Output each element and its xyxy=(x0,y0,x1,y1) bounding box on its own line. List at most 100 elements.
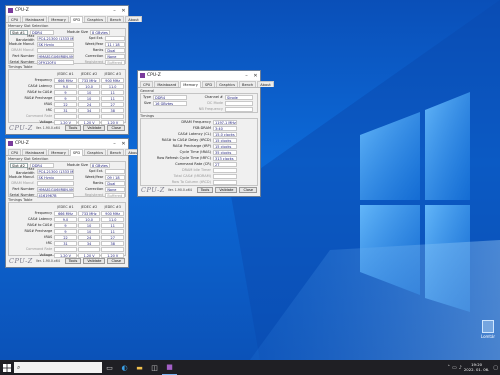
tab-memory[interactable]: Memory xyxy=(180,81,201,88)
validate-button[interactable]: Validate xyxy=(215,187,238,193)
tools-button[interactable]: Tools xyxy=(64,258,82,264)
timing-col-header: JEDEC #3 xyxy=(104,71,121,76)
close-button[interactable]: Close xyxy=(239,187,257,193)
validate-button[interactable]: Validate xyxy=(83,125,106,131)
timing-cell: 9 xyxy=(54,228,77,234)
tab-mainboard[interactable]: Mainboard xyxy=(22,16,48,22)
correction-value: None xyxy=(105,186,126,192)
timing-col-header: JEDEC #2 xyxy=(80,204,98,209)
tab-about[interactable]: About xyxy=(125,16,142,22)
window-footer: CPU-Z Ver. 1.90.0.x64 Tools Validate Clo… xyxy=(6,122,128,134)
timing-cell xyxy=(101,246,124,252)
timing-cell: 9.0 xyxy=(54,216,77,222)
timing-label: Command Rate xyxy=(25,247,53,251)
tab-cpu[interactable]: CPU xyxy=(8,16,22,22)
validate-button[interactable]: Validate xyxy=(83,258,106,264)
spd-ext-label: Spd Ext. xyxy=(88,169,104,173)
chevron-up-icon[interactable]: ˄ xyxy=(447,365,450,371)
edge-browser-icon[interactable]: ◐ xyxy=(117,360,132,375)
timing-cell: 24 xyxy=(77,101,101,107)
start-button[interactable] xyxy=(0,360,13,375)
timing-cell: 666 MHz xyxy=(54,210,77,216)
windows-logo-icon xyxy=(2,363,11,372)
tab-cpu[interactable]: CPU xyxy=(8,149,22,155)
tab-about[interactable]: About xyxy=(257,81,274,87)
file-explorer-icon[interactable]: ▬ xyxy=(132,360,147,375)
tab-memory[interactable]: Memory xyxy=(48,149,69,155)
timing-value xyxy=(213,173,237,179)
cpuz-taskbar-icon[interactable]: ■ xyxy=(162,360,177,375)
tab-bench[interactable]: Bench xyxy=(239,81,257,87)
timing-cell: 900 MHz xyxy=(101,210,124,216)
close-button[interactable]: Close xyxy=(107,125,125,131)
close-icon[interactable]: ✕ xyxy=(251,73,260,79)
tab-memory[interactable]: Memory xyxy=(48,16,69,22)
close-button[interactable]: Close xyxy=(107,258,125,264)
timing-label: tRC xyxy=(46,241,53,245)
timing-label: tRC xyxy=(46,108,53,112)
registered-label: Registered xyxy=(84,193,104,197)
volume-icon[interactable]: ♪ xyxy=(459,365,462,371)
minimize-icon[interactable]: – xyxy=(110,141,119,147)
title-bar[interactable]: CPU-Z – ✕ xyxy=(138,71,260,80)
channel-label: Channel # xyxy=(204,95,223,99)
nb-frequency-value xyxy=(225,106,253,112)
timing-col-header: JEDEC #3 xyxy=(104,204,121,209)
tab-spd[interactable]: SPD xyxy=(201,81,216,87)
tab-spd[interactable]: SPD xyxy=(69,149,84,156)
timing-cell: 27 xyxy=(101,234,124,240)
notification-icon[interactable]: ▢ xyxy=(493,365,498,371)
minimize-icon[interactable]: – xyxy=(110,8,119,14)
tools-button[interactable]: Tools xyxy=(196,187,214,193)
tab-mainboard[interactable]: Mainboard xyxy=(154,81,180,87)
minimize-icon[interactable]: – xyxy=(242,73,251,79)
timing-value: 1197.1 MHz xyxy=(213,119,237,125)
week-year-value: 09 / 18 xyxy=(105,174,126,180)
dram-manuf-label: DRAM Manuf. xyxy=(11,48,35,52)
cpuz-app-icon xyxy=(140,73,145,78)
tab-bench[interactable]: Bench xyxy=(107,149,125,155)
timing-col-header: JEDEC #2 xyxy=(80,71,98,76)
timing-cell: 22 xyxy=(54,234,77,240)
ranks-label: Ranks xyxy=(92,48,104,52)
title-bar[interactable]: CPU-Z – ✕ xyxy=(6,139,128,148)
type-label: Type xyxy=(142,95,151,99)
recycle-bin-label: Lomtár xyxy=(480,334,496,339)
dram-manuf-value xyxy=(36,47,74,53)
registered-value: Buffered xyxy=(105,192,126,198)
timing-cell xyxy=(54,113,77,119)
tab-mainboard[interactable]: Mainboard xyxy=(22,149,48,155)
tab-spd[interactable]: SPD xyxy=(69,16,84,23)
cpuz-app-icon xyxy=(8,8,13,13)
search-box[interactable]: ⌕ xyxy=(14,362,102,373)
network-icon[interactable]: ▭ xyxy=(452,365,457,371)
close-icon[interactable]: ✕ xyxy=(119,141,128,147)
close-icon[interactable]: ✕ xyxy=(119,8,128,14)
timing-cell: 11 xyxy=(101,89,124,95)
timing-cell: 900 MHz xyxy=(101,77,124,83)
tab-strip: CPU Mainboard Memory SPD Graphics Bench … xyxy=(6,16,142,23)
trash-icon xyxy=(482,320,494,333)
version-text: Ver. 1.90.0.x64 xyxy=(167,188,192,192)
tab-graphics[interactable]: Graphics xyxy=(84,149,106,155)
tab-cpu[interactable]: CPU xyxy=(140,81,154,87)
store-icon[interactable]: ◫ xyxy=(147,360,162,375)
tab-graphics[interactable]: Graphics xyxy=(84,16,106,22)
tab-bench[interactable]: Bench xyxy=(107,16,125,22)
timing-cell: 9 xyxy=(54,222,77,228)
timing-label: Command Rate (CR) xyxy=(175,162,211,166)
clock[interactable]: 19:20 2022. 01. 06. xyxy=(464,362,489,372)
tools-button[interactable]: Tools xyxy=(64,125,82,131)
cpuz-spd-window-1: CPU-Z – ✕ CPU Mainboard Memory SPD Graph… xyxy=(5,5,142,135)
task-view-icon[interactable]: ▭ xyxy=(102,360,117,375)
size-label: Size xyxy=(143,101,151,105)
timing-value: 313 clocks xyxy=(213,155,237,161)
timing-label: RAS# Precharge xyxy=(24,229,53,233)
serial-number-value: 4161967B xyxy=(36,192,74,198)
tab-graphics[interactable]: Graphics xyxy=(216,81,238,87)
recycle-bin-icon[interactable]: Lomtár xyxy=(477,320,499,339)
cpuz-app-icon xyxy=(8,141,13,146)
ranks-label: Ranks xyxy=(92,181,104,185)
title-bar[interactable]: CPU-Z – ✕ xyxy=(6,6,128,15)
timing-label: FSB:DRAM xyxy=(192,126,211,130)
